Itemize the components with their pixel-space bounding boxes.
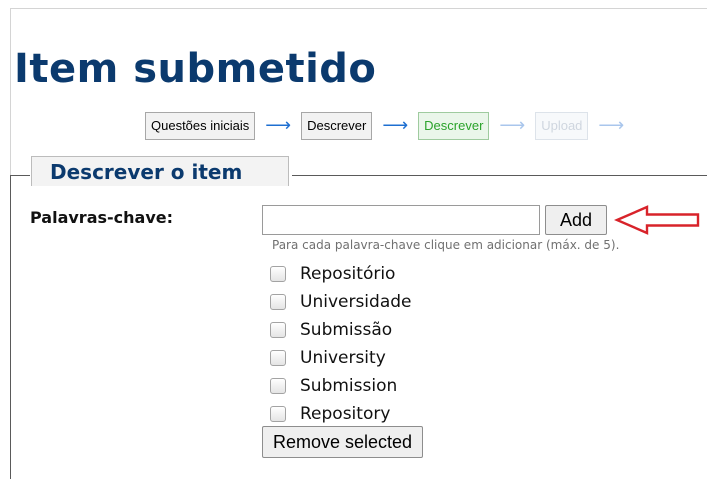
- keyword-item: Submission: [270, 372, 412, 400]
- keyword-label: Submission: [300, 376, 398, 396]
- fieldset-border-left: [10, 175, 11, 479]
- keyword-label: Repositório: [300, 264, 396, 284]
- keyword-item: Repositório: [270, 260, 412, 288]
- keyword-checkbox[interactable]: [270, 378, 286, 394]
- keyword-item: Submissão: [270, 316, 412, 344]
- keyword-label: Submissão: [300, 320, 393, 340]
- keywords-help-text: Para cada palavra-chave clique em adicio…: [272, 238, 620, 252]
- step-upload: Upload: [535, 112, 589, 140]
- step-arrow-icon: ⟶: [499, 115, 526, 136]
- keyword-checkbox[interactable]: [270, 322, 286, 338]
- keyword-input[interactable]: [262, 205, 540, 235]
- keyword-item: Universidade: [270, 288, 412, 316]
- keyword-checkbox[interactable]: [270, 294, 286, 310]
- keyword-checkbox[interactable]: [270, 350, 286, 366]
- keyword-list: Repositório Universidade Submissão Unive…: [270, 260, 412, 428]
- add-keyword-button[interactable]: Add: [545, 205, 607, 235]
- keyword-checkbox[interactable]: [270, 266, 286, 282]
- step-initial-questions[interactable]: Questões iniciais: [145, 112, 256, 140]
- keyword-item: Repository: [270, 400, 412, 428]
- keyword-label: University: [300, 348, 386, 368]
- annotation-arrow-icon: [614, 205, 700, 235]
- keyword-checkbox[interactable]: [270, 406, 286, 422]
- page-title: Item submetido: [14, 46, 377, 92]
- step-arrow-icon: ⟶: [598, 115, 625, 136]
- step-describe-2-current[interactable]: Descrever: [418, 112, 490, 140]
- step-describe-1[interactable]: Descrever: [301, 112, 373, 140]
- keyword-label: Repository: [300, 404, 391, 424]
- step-arrow-icon: ⟶: [265, 115, 292, 136]
- step-arrow-icon: ⟶: [382, 115, 409, 136]
- keyword-label: Universidade: [300, 292, 412, 312]
- keywords-label: Palavras-chave:: [30, 208, 174, 227]
- keyword-item: University: [270, 344, 412, 372]
- section-legend: Descrever o item: [31, 156, 289, 186]
- frame-top-border: [10, 8, 707, 9]
- remove-selected-button[interactable]: Remove selected: [262, 426, 424, 458]
- progress-steps: Questões iniciais ⟶ Descrever ⟶ Descreve…: [145, 111, 634, 141]
